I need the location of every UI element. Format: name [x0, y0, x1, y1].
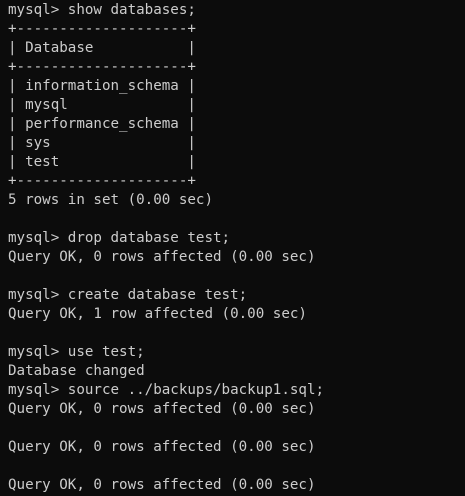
result-summary: 5 rows in set (0.00 sec) [8, 192, 213, 208]
table-row: | sys | [8, 135, 196, 151]
prompt-line: mysql> create database test; [8, 287, 248, 303]
status-message: Database changed [8, 363, 145, 379]
table-row: | test | [8, 154, 196, 170]
table-row: | information_schema | [8, 78, 196, 94]
table-border: +--------------------+ [8, 21, 196, 37]
query-result: Query OK, 0 rows affected (0.00 sec) [8, 401, 316, 417]
table-row: | performance_schema | [8, 116, 196, 132]
table-row: | mysql | [8, 97, 196, 113]
terminal-window[interactable]: mysql> show databases; +----------------… [0, 0, 465, 496]
query-result: Query OK, 0 rows affected (0.00 sec) [8, 477, 316, 493]
table-border: +--------------------+ [8, 173, 196, 189]
query-result: Query OK, 1 row affected (0.00 sec) [8, 306, 307, 322]
table-header: | Database | [8, 40, 196, 56]
table-border: +--------------------+ [8, 59, 196, 75]
prompt-line: mysql> drop database test; [8, 230, 231, 246]
prompt-line: mysql> source ../backups/backup1.sql; [8, 382, 325, 398]
query-result: Query OK, 0 rows affected (0.00 sec) [8, 439, 316, 455]
prompt-line: mysql> show databases; [8, 2, 196, 18]
query-result: Query OK, 0 rows affected (0.00 sec) [8, 249, 316, 265]
prompt-line: mysql> use test; [8, 344, 145, 360]
